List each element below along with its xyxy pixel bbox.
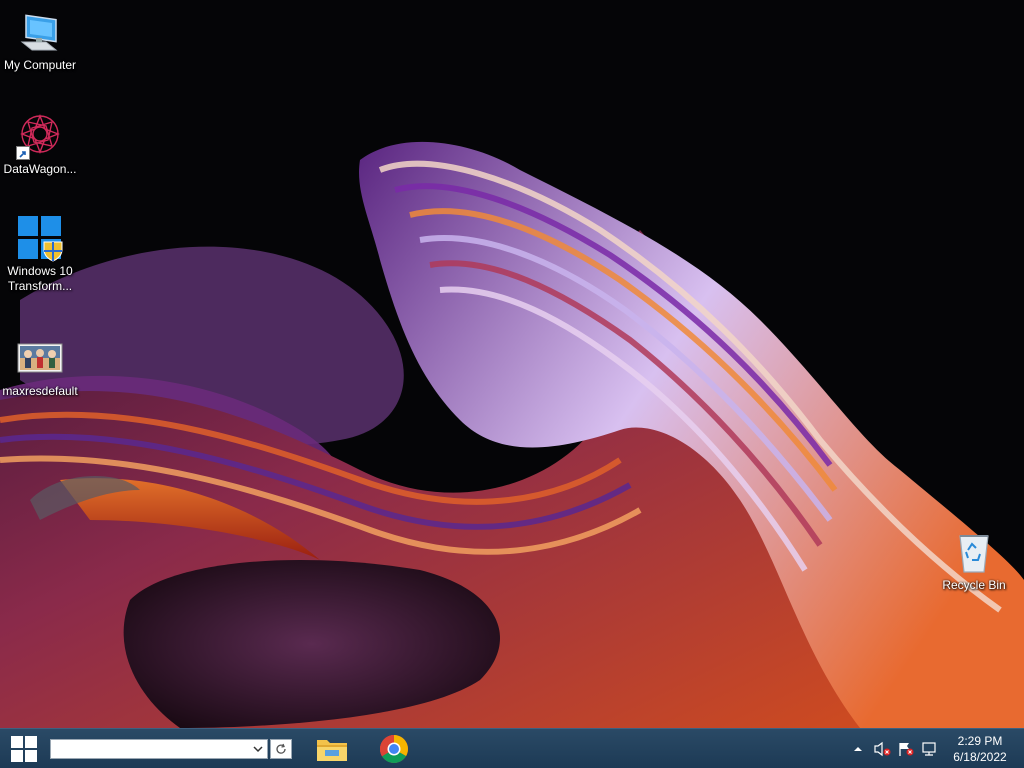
desktop[interactable]: My Computer DataWagon... Windows 10 Tran… xyxy=(0,0,1024,728)
desktop-icon-label: My Computer xyxy=(3,58,77,72)
clock-date: 6/18/2022 xyxy=(953,750,1007,764)
image-file-icon xyxy=(16,334,64,382)
desktop-icon-recycle-bin[interactable]: Recycle Bin xyxy=(934,528,1014,593)
windows-transformation-icon xyxy=(16,214,64,262)
file-explorer-icon xyxy=(317,740,347,761)
recycle-bin-icon xyxy=(950,528,998,576)
start-button[interactable] xyxy=(0,729,48,768)
volume-button[interactable] xyxy=(872,739,892,759)
chevron-down-icon xyxy=(253,746,263,753)
chevron-up-icon xyxy=(854,747,862,751)
action-center-button[interactable] xyxy=(896,739,916,759)
datawagon-icon xyxy=(16,112,64,160)
desktop-icon-my-computer[interactable]: My Computer xyxy=(0,8,80,73)
refresh-icon xyxy=(276,743,286,754)
volume-muted-icon xyxy=(874,741,891,757)
taskbar-search-input[interactable] xyxy=(50,739,268,759)
network-button[interactable] xyxy=(920,739,940,759)
chrome-icon xyxy=(380,735,408,763)
network-icon xyxy=(922,742,936,756)
desktop-icon-datawagon[interactable]: DataWagon... xyxy=(0,112,80,177)
search-refresh-button[interactable] xyxy=(270,739,292,759)
desktop-icon-label: Recycle Bin xyxy=(942,578,1006,592)
windows-logo-icon xyxy=(11,735,37,762)
wallpaper-swirl xyxy=(0,141,1024,728)
desktop-icon-maxresdefault[interactable]: maxresdefault xyxy=(0,334,80,399)
desktop-icon-windows-10-transform[interactable]: Windows 10 Transform... xyxy=(0,214,80,294)
taskbar-app-chrome[interactable] xyxy=(372,731,416,767)
desktop-icon-label: Windows 10 Transform... xyxy=(7,264,73,293)
show-hidden-icons-button[interactable] xyxy=(848,739,868,759)
desktop-icon-label: maxresdefault xyxy=(2,384,78,398)
system-clock[interactable]: 2:29 PM 6/18/2022 xyxy=(944,733,1016,765)
desktop-icon-label: DataWagon... xyxy=(3,162,77,176)
computer-icon xyxy=(16,8,64,56)
clock-time: 2:29 PM xyxy=(957,734,1003,748)
action-center-flag-icon xyxy=(899,743,914,756)
search-dropdown-button[interactable] xyxy=(250,740,266,758)
taskbar-app-file-explorer[interactable] xyxy=(310,731,354,767)
taskbar: 2:29 PM 6/18/2022 xyxy=(0,728,1024,768)
shortcut-arrow-icon xyxy=(16,146,30,160)
